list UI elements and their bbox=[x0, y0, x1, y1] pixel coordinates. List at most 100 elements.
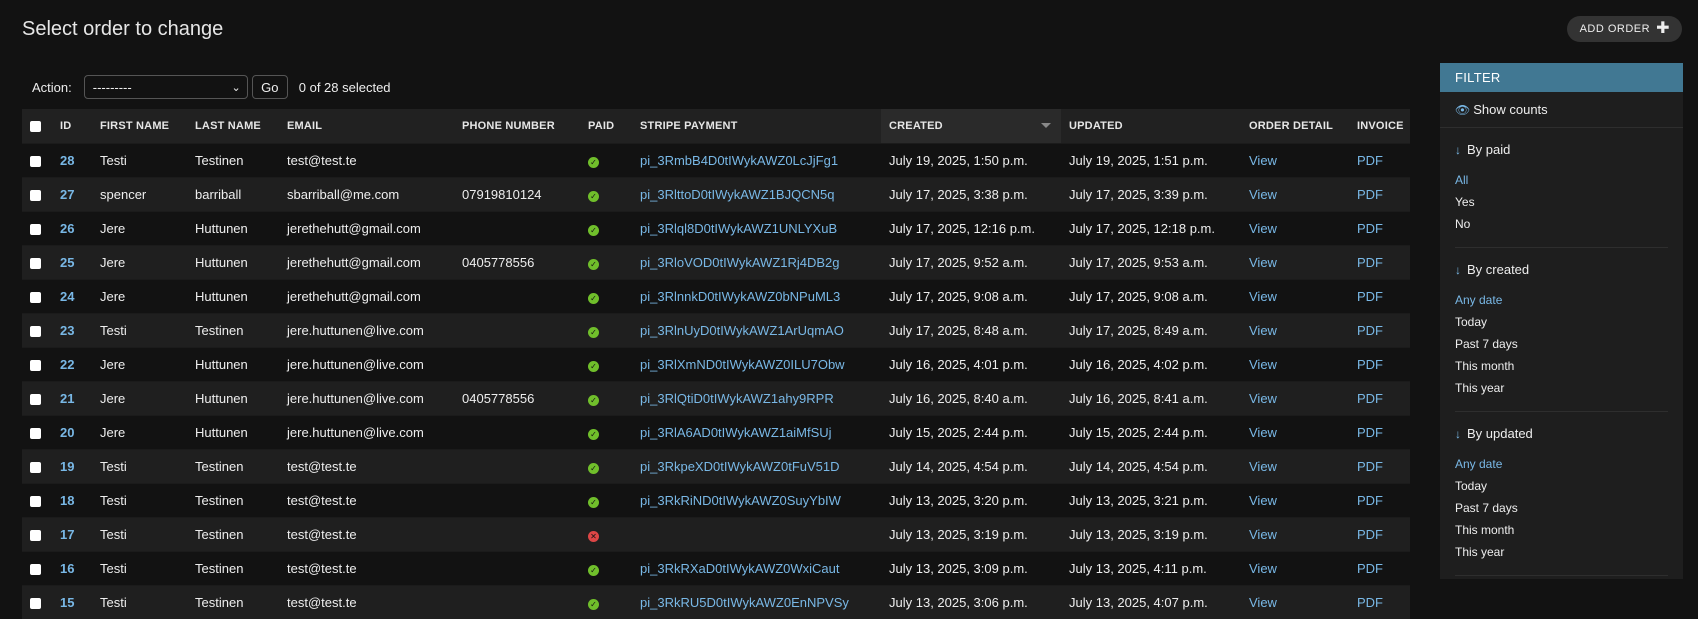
order-id-link[interactable]: 16 bbox=[60, 561, 74, 576]
invoice-pdf-link[interactable]: PDF bbox=[1357, 357, 1383, 372]
order-detail-view-link[interactable]: View bbox=[1249, 255, 1277, 270]
filter-option[interactable]: Past 7 days bbox=[1455, 333, 1668, 355]
filter-option[interactable]: This month bbox=[1455, 355, 1668, 377]
row-select-cell[interactable] bbox=[22, 416, 52, 450]
row-checkbox[interactable] bbox=[30, 326, 41, 337]
filter-option[interactable]: This month bbox=[1455, 519, 1668, 541]
stripe-payment-link[interactable]: pi_3RlttoD0tIWykAWZ1BJQCN5q bbox=[640, 187, 834, 202]
row-checkbox[interactable] bbox=[30, 190, 41, 201]
invoice-pdf-link[interactable]: PDF bbox=[1357, 187, 1383, 202]
row-checkbox[interactable] bbox=[30, 394, 41, 405]
order-id-link[interactable]: 19 bbox=[60, 459, 74, 474]
row-select-cell[interactable] bbox=[22, 382, 52, 416]
stripe-payment-link[interactable]: pi_3RloVOD0tIWykAWZ1Rj4DB2g bbox=[640, 255, 840, 270]
filter-option[interactable]: All bbox=[1455, 169, 1668, 191]
filter-option[interactable]: Any date bbox=[1455, 453, 1668, 475]
row-checkbox[interactable] bbox=[30, 530, 41, 541]
row-select-cell[interactable] bbox=[22, 518, 52, 552]
col-phone-number[interactable]: PHONE NUMBER bbox=[454, 109, 580, 144]
invoice-pdf-link[interactable]: PDF bbox=[1357, 323, 1383, 338]
order-detail-view-link[interactable]: View bbox=[1249, 527, 1277, 542]
action-select[interactable]: --------- ⌄ bbox=[84, 75, 248, 99]
stripe-payment-link[interactable]: pi_3RlnUyD0tIWykAWZ1ArUqmAO bbox=[640, 323, 844, 338]
row-select-cell[interactable] bbox=[22, 450, 52, 484]
row-checkbox[interactable] bbox=[30, 360, 41, 371]
row-checkbox[interactable] bbox=[30, 428, 41, 439]
order-detail-view-link[interactable]: View bbox=[1249, 493, 1277, 508]
invoice-pdf-link[interactable]: PDF bbox=[1357, 255, 1383, 270]
row-checkbox[interactable] bbox=[30, 564, 41, 575]
invoice-pdf-link[interactable]: PDF bbox=[1357, 527, 1383, 542]
row-checkbox[interactable] bbox=[30, 496, 41, 507]
select-all-header[interactable] bbox=[22, 109, 52, 144]
stripe-payment-link[interactable]: pi_3RkRiND0tIWykAWZ0SuyYbIW bbox=[640, 493, 841, 508]
order-id-link[interactable]: 27 bbox=[60, 187, 74, 202]
stripe-payment-link[interactable]: pi_3RlQtiD0tIWykAWZ1ahy9RPR bbox=[640, 391, 834, 406]
filter-option[interactable]: No bbox=[1455, 213, 1668, 235]
invoice-pdf-link[interactable]: PDF bbox=[1357, 289, 1383, 304]
filter-option[interactable]: This year bbox=[1455, 377, 1668, 399]
invoice-pdf-link[interactable]: PDF bbox=[1357, 221, 1383, 236]
col-paid[interactable]: PAID bbox=[580, 109, 632, 144]
row-checkbox[interactable] bbox=[30, 598, 41, 609]
col-id[interactable]: ID bbox=[52, 109, 92, 144]
order-id-link[interactable]: 23 bbox=[60, 323, 74, 338]
order-id-link[interactable]: 26 bbox=[60, 221, 74, 236]
row-select-cell[interactable] bbox=[22, 280, 52, 314]
row-select-cell[interactable] bbox=[22, 246, 52, 280]
filter-option[interactable]: Today bbox=[1455, 475, 1668, 497]
order-id-link[interactable]: 17 bbox=[60, 527, 74, 542]
order-id-link[interactable]: 21 bbox=[60, 391, 74, 406]
col-last-name[interactable]: LAST NAME bbox=[187, 109, 279, 144]
filter-option[interactable]: This year bbox=[1455, 541, 1668, 563]
go-button[interactable]: Go bbox=[252, 75, 288, 99]
order-detail-view-link[interactable]: View bbox=[1249, 323, 1277, 338]
order-detail-view-link[interactable]: View bbox=[1249, 391, 1277, 406]
sort-desc-icon[interactable] bbox=[1041, 123, 1051, 128]
col-first-name[interactable]: FIRST NAME bbox=[92, 109, 187, 144]
show-counts-link[interactable]: 👁 Show counts bbox=[1440, 92, 1683, 128]
col-email[interactable]: EMAIL bbox=[279, 109, 454, 144]
filter-option[interactable]: Past 7 days bbox=[1455, 497, 1668, 519]
stripe-payment-link[interactable]: pi_3Rlql8D0tIWykAWZ1UNLYXuB bbox=[640, 221, 837, 236]
col-updated[interactable]: UPDATED bbox=[1061, 109, 1241, 144]
row-select-cell[interactable] bbox=[22, 552, 52, 586]
invoice-pdf-link[interactable]: PDF bbox=[1357, 493, 1383, 508]
row-select-cell[interactable] bbox=[22, 348, 52, 382]
stripe-payment-link[interactable]: pi_3RlnnkD0tIWykAWZ0bNPuML3 bbox=[640, 289, 840, 304]
order-id-link[interactable]: 18 bbox=[60, 493, 74, 508]
row-select-cell[interactable] bbox=[22, 586, 52, 619]
row-select-cell[interactable] bbox=[22, 144, 52, 178]
invoice-pdf-link[interactable]: PDF bbox=[1357, 561, 1383, 576]
stripe-payment-link[interactable]: pi_3RmbB4D0tIWykAWZ0LcJjFg1 bbox=[640, 153, 838, 168]
row-select-cell[interactable] bbox=[22, 314, 52, 348]
stripe-payment-link[interactable]: pi_3RlA6AD0tIWykAWZ1aiMfSUj bbox=[640, 425, 832, 440]
col-created[interactable]: CREATED bbox=[881, 109, 1061, 144]
row-select-cell[interactable] bbox=[22, 484, 52, 518]
row-select-cell[interactable] bbox=[22, 212, 52, 246]
row-checkbox[interactable] bbox=[30, 156, 41, 167]
stripe-payment-link[interactable]: pi_3RkRXaD0tIWykAWZ0WxiCaut bbox=[640, 561, 840, 576]
order-detail-view-link[interactable]: View bbox=[1249, 357, 1277, 372]
order-detail-view-link[interactable]: View bbox=[1249, 153, 1277, 168]
order-id-link[interactable]: 25 bbox=[60, 255, 74, 270]
row-checkbox[interactable] bbox=[30, 292, 41, 303]
order-id-link[interactable]: 20 bbox=[60, 425, 74, 440]
order-id-link[interactable]: 24 bbox=[60, 289, 74, 304]
filter-option[interactable]: Yes bbox=[1455, 191, 1668, 213]
filter-option[interactable]: Today bbox=[1455, 311, 1668, 333]
col-stripe-payment[interactable]: STRIPE PAYMENT bbox=[632, 109, 881, 144]
order-id-link[interactable]: 22 bbox=[60, 357, 74, 372]
select-all-checkbox[interactable] bbox=[30, 121, 41, 132]
invoice-pdf-link[interactable]: PDF bbox=[1357, 153, 1383, 168]
invoice-pdf-link[interactable]: PDF bbox=[1357, 391, 1383, 406]
filter-option[interactable]: Any date bbox=[1455, 289, 1668, 311]
order-detail-view-link[interactable]: View bbox=[1249, 459, 1277, 474]
stripe-payment-link[interactable]: pi_3RlXmND0tIWykAWZ0ILU7Obw bbox=[640, 357, 845, 372]
row-select-cell[interactable] bbox=[22, 178, 52, 212]
order-detail-view-link[interactable]: View bbox=[1249, 187, 1277, 202]
order-detail-view-link[interactable]: View bbox=[1249, 425, 1277, 440]
row-checkbox[interactable] bbox=[30, 258, 41, 269]
row-checkbox[interactable] bbox=[30, 462, 41, 473]
row-checkbox[interactable] bbox=[30, 224, 41, 235]
